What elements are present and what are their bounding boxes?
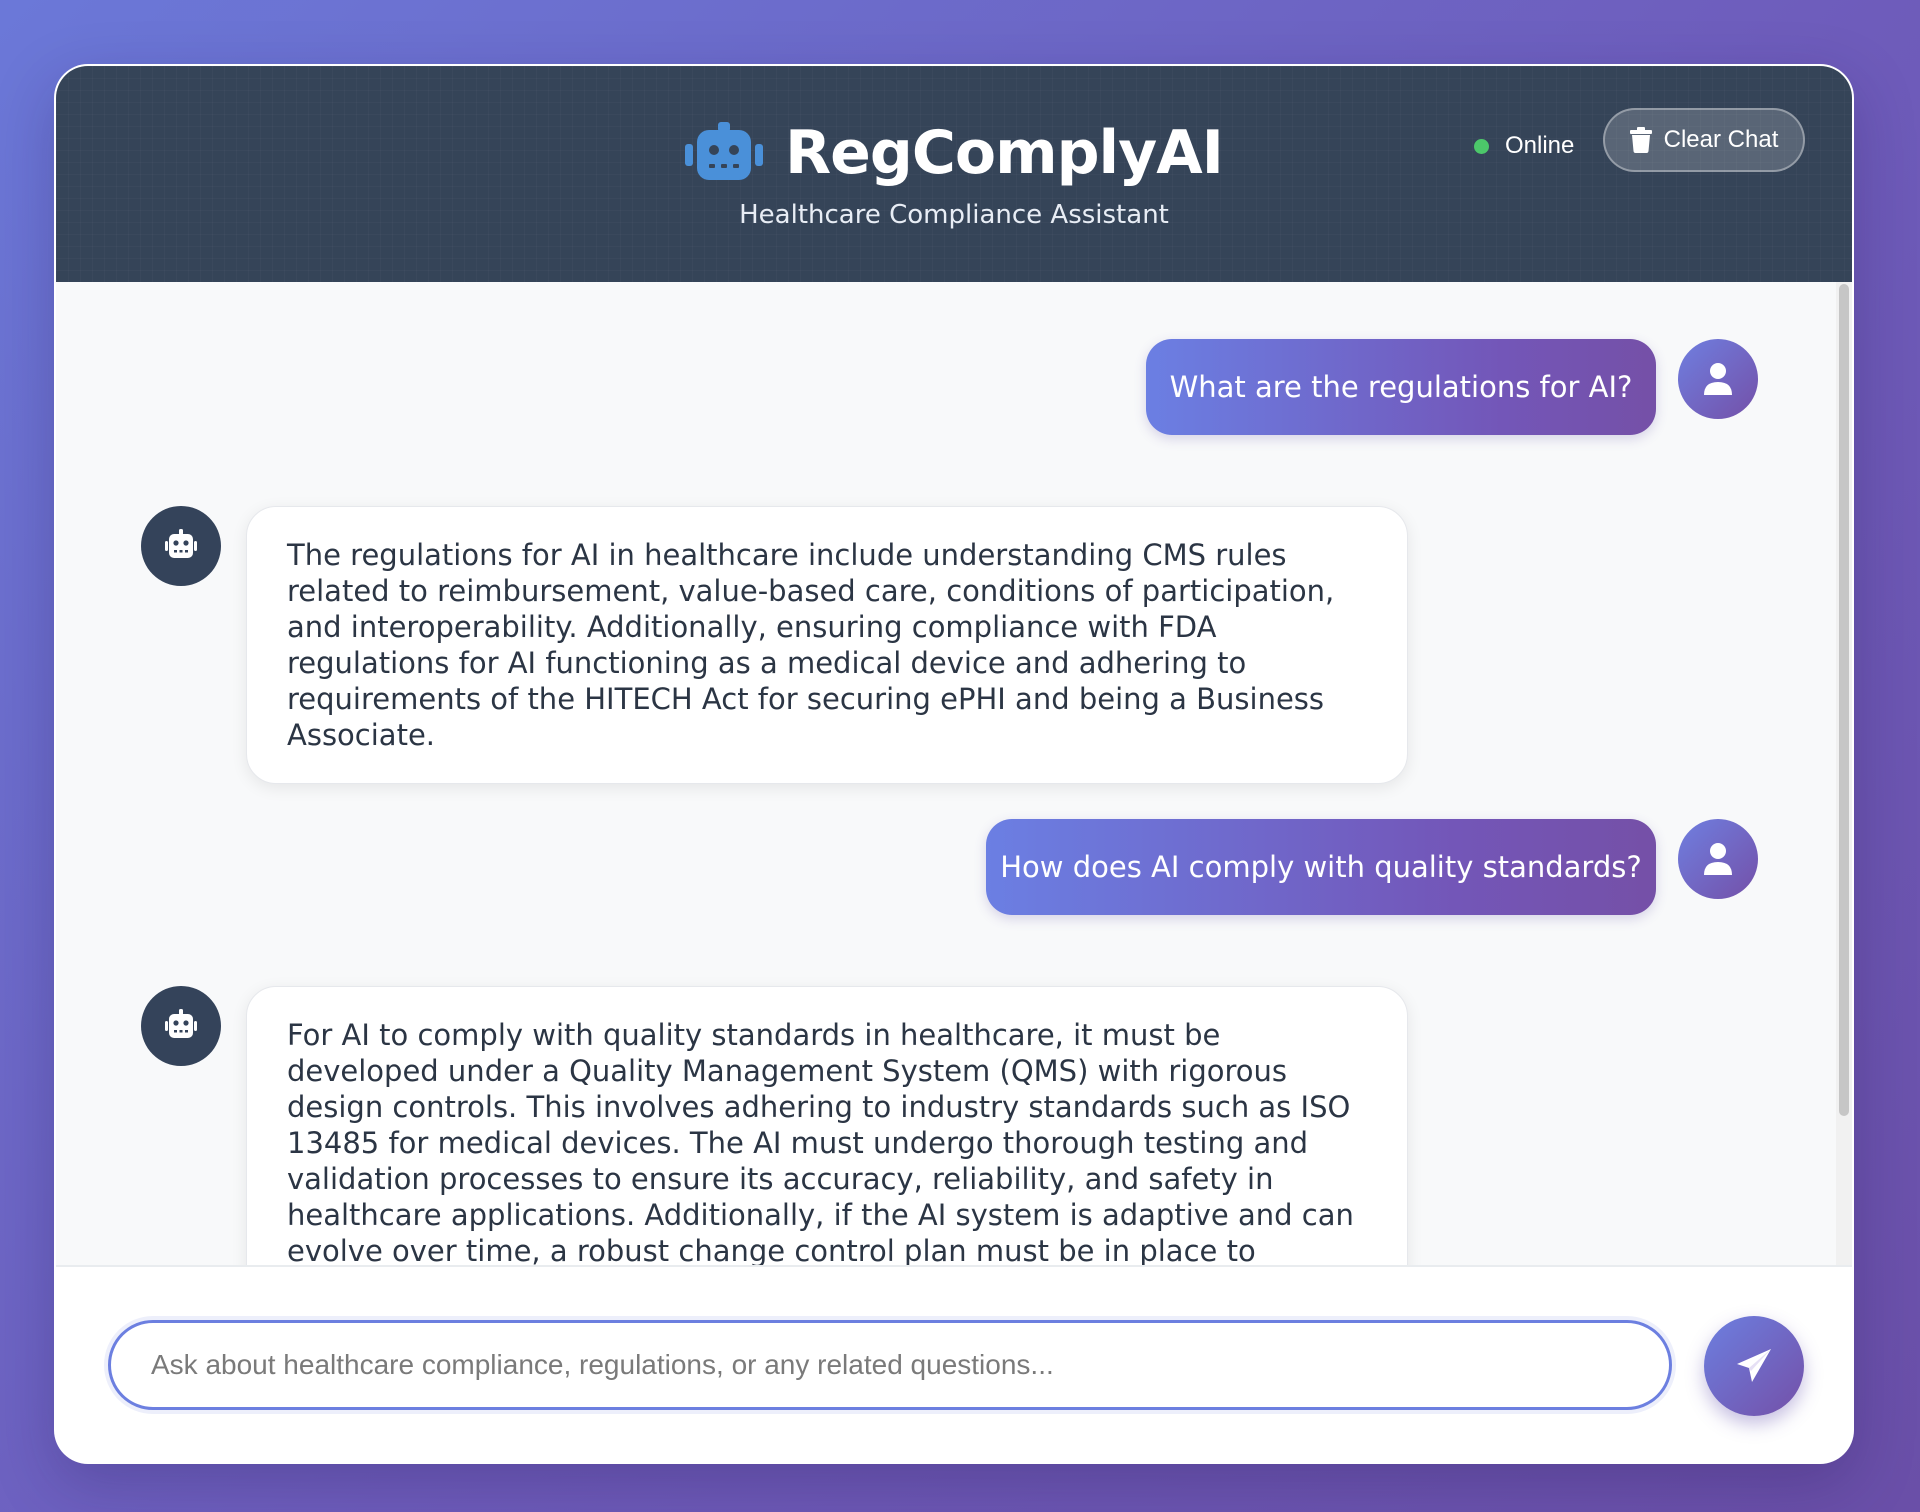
chat-header: RegComplyAI Healthcare Compliance Assist… — [56, 66, 1852, 282]
status-dot — [1474, 138, 1489, 154]
user-avatar — [1678, 339, 1758, 419]
chat-input[interactable] — [108, 1320, 1672, 1410]
scrollbar-thumb[interactable] — [1839, 284, 1849, 1116]
user-message: What are the regulations for AI? — [1146, 339, 1656, 435]
user-icon — [1704, 843, 1732, 875]
bot-avatar — [141, 506, 221, 586]
status-label: Online — [1505, 132, 1575, 159]
clear-chat-label: Clear Chat — [1663, 126, 1779, 153]
send-button[interactable] — [1704, 1316, 1804, 1416]
bot-message: The regulations for AI in healthcare inc… — [246, 506, 1408, 784]
brand: RegComplyAI — [56, 118, 1852, 188]
chat-window: RegComplyAI Healthcare Compliance Assist… — [54, 64, 1854, 1464]
robot-icon — [684, 122, 763, 180]
robot-icon — [165, 529, 197, 558]
status-indicator: Online — [1474, 126, 1574, 166]
bot-message: For AI to comply with quality standards … — [246, 986, 1408, 1265]
app-subtitle: Healthcare Compliance Assistant — [739, 200, 1169, 230]
app-title: RegComplyAI — [784, 118, 1224, 188]
clear-chat-button[interactable]: Clear Chat — [1603, 108, 1805, 172]
input-area — [56, 1265, 1852, 1462]
user-message: How does AI comply with quality standard… — [986, 819, 1656, 915]
message-list[interactable]: What are the regulations for AI? The reg… — [56, 282, 1852, 1265]
user-icon — [1704, 363, 1732, 395]
user-avatar — [1678, 819, 1758, 899]
paper-plane-icon — [1737, 1349, 1771, 1382]
scrollbar-track[interactable] — [1836, 282, 1852, 1265]
robot-icon — [165, 1009, 197, 1038]
trash-icon — [1629, 127, 1652, 153]
bot-avatar — [141, 986, 221, 1066]
